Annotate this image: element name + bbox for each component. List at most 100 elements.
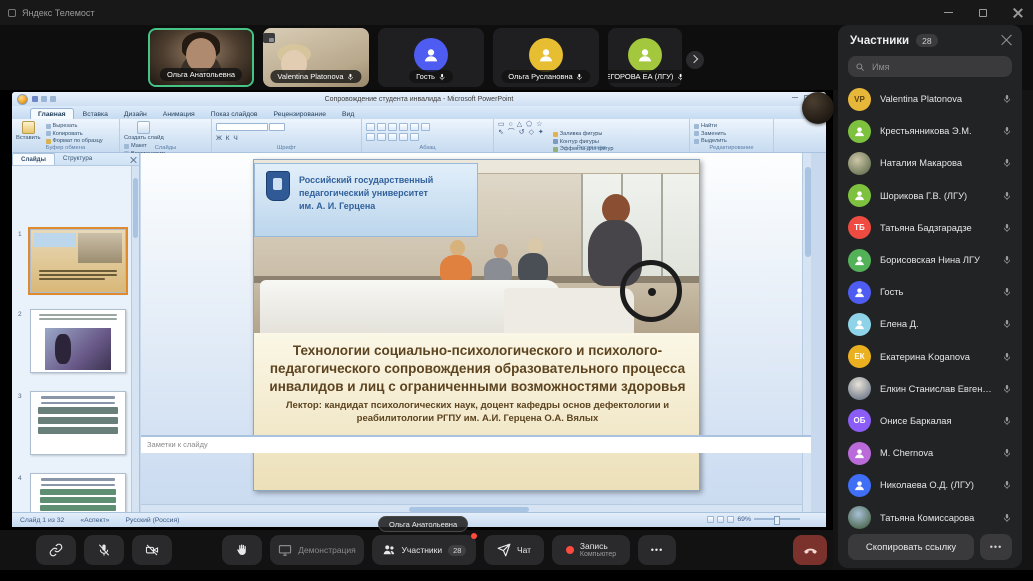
mic-icon[interactable] xyxy=(1002,352,1012,362)
hangup-button[interactable] xyxy=(793,535,827,565)
participant-row[interactable]: Борисовская Нина ЛГУ xyxy=(838,244,1022,276)
mic-icon[interactable] xyxy=(1002,255,1012,265)
tab-insert[interactable]: Вставка xyxy=(76,109,115,119)
sidebar-scrollbar[interactable] xyxy=(131,166,139,512)
paste-button[interactable]: Вставить xyxy=(16,121,41,141)
video-tile[interactable]: ЕГОРОВА ЕА (ЛГУ) xyxy=(608,28,682,87)
office-button[interactable] xyxy=(17,94,28,105)
minimize-icon[interactable] xyxy=(944,12,953,14)
mic-icon[interactable] xyxy=(1002,287,1012,297)
participant-row[interactable]: Гость xyxy=(838,276,1022,308)
ppt-minimize-icon[interactable] xyxy=(792,97,798,99)
quick-access-toolbar[interactable] xyxy=(32,96,56,102)
camera-toggle-button[interactable] xyxy=(132,535,172,565)
view-slideshow-icon[interactable] xyxy=(727,516,734,523)
new-slide-button[interactable]: Создать слайд xyxy=(124,121,164,141)
shape-fill-button[interactable]: Заливка фигуры xyxy=(553,131,614,137)
editor-hscrollbar[interactable] xyxy=(141,504,811,512)
search-box[interactable] xyxy=(848,56,1012,77)
slide-thumbnail-4[interactable] xyxy=(30,473,126,512)
tab-slides[interactable]: Слайды xyxy=(12,153,55,165)
tab-design[interactable]: Дизайн xyxy=(117,109,154,119)
mic-icon[interactable] xyxy=(1002,319,1012,329)
filmstrip-next-button[interactable] xyxy=(686,51,704,69)
notes-pane[interactable]: Заметки к слайду xyxy=(141,435,811,453)
tab-review[interactable]: Рецензирование xyxy=(267,109,333,119)
scrollbar-thumb[interactable] xyxy=(409,507,529,512)
participant-row[interactable]: Николаева О.Д. (ЛГУ) xyxy=(838,469,1022,501)
slide-thumbnail-3[interactable] xyxy=(30,391,126,455)
share-screen-button[interactable]: Демонстрация xyxy=(270,535,364,565)
mic-icon[interactable] xyxy=(1002,223,1012,233)
mic-icon[interactable] xyxy=(1002,384,1012,394)
list-buttons[interactable] xyxy=(366,123,489,131)
slide-thumbnail-1[interactable] xyxy=(30,229,126,293)
mic-icon[interactable] xyxy=(1002,416,1012,426)
copy-link-button[interactable]: Скопировать ссылку xyxy=(848,534,974,560)
copy-button[interactable]: Копировать xyxy=(46,131,103,137)
save-icon[interactable] xyxy=(32,96,38,102)
shapes-gallery[interactable]: ▭ ○ △ ⬠ ☆⇖ ⌒ ↺ ◇ ✦ xyxy=(498,121,545,136)
replace-button[interactable]: Заменить xyxy=(694,131,727,137)
participant-row[interactable]: ТБТатьяна Бадзгарадзе xyxy=(838,212,1022,244)
mic-icon[interactable] xyxy=(1002,191,1012,201)
font-size-select[interactable] xyxy=(269,123,285,131)
participants-button[interactable]: Участники28 xyxy=(372,535,476,565)
participant-row[interactable]: Наталия Макарова xyxy=(838,147,1022,179)
search-input[interactable] xyxy=(870,61,1005,73)
participant-row[interactable]: Татьяна Комиссарова xyxy=(838,501,1022,533)
redo-icon[interactable] xyxy=(50,96,56,102)
maximize-icon[interactable] xyxy=(979,9,987,17)
view-toggle-icon[interactable] xyxy=(263,33,275,43)
close-icon[interactable] xyxy=(1013,8,1023,18)
participant-row[interactable]: Шорикова Г.В. (ЛГУ) xyxy=(838,180,1022,212)
mic-icon[interactable] xyxy=(1002,448,1012,458)
participant-row[interactable]: ЕКЕкатерина Koganova xyxy=(838,341,1022,373)
mic-icon[interactable] xyxy=(1002,126,1012,136)
align-buttons[interactable] xyxy=(366,133,489,141)
panel-close-icon[interactable] xyxy=(1001,34,1012,45)
participant-row[interactable]: Елена Д. xyxy=(838,308,1022,340)
select-button[interactable]: Выделить xyxy=(694,138,727,144)
video-tile[interactable]: Гость xyxy=(378,28,484,87)
video-tile[interactable]: Ольга Руслановна xyxy=(493,28,599,87)
participant-row[interactable]: Крестьянникова Э.М. xyxy=(838,115,1022,147)
view-normal-icon[interactable] xyxy=(707,516,714,523)
panel-more-button[interactable]: ••• xyxy=(980,534,1012,560)
undo-icon[interactable] xyxy=(41,96,47,102)
scrollbar-thumb[interactable] xyxy=(133,178,138,238)
participant-row[interactable]: M. Chernova xyxy=(838,437,1022,469)
mic-toggle-button[interactable] xyxy=(84,535,124,565)
raise-hand-button[interactable] xyxy=(222,535,262,565)
mic-icon[interactable] xyxy=(1002,480,1012,490)
sidebar-close-icon[interactable] xyxy=(130,156,136,162)
editor-vscrollbar[interactable] xyxy=(802,153,811,512)
tab-home[interactable]: Главная xyxy=(30,108,74,119)
font-name-select[interactable] xyxy=(216,123,268,131)
video-tile-speaker[interactable]: Ольга Анатольевна xyxy=(148,28,254,87)
record-button[interactable]: ЗаписьКомпьютер xyxy=(552,535,630,565)
copy-link-toolbar-button[interactable] xyxy=(36,535,76,565)
zoom-slider[interactable] xyxy=(754,518,800,520)
participant-row[interactable]: ОБОнисе Баркалая xyxy=(838,405,1022,437)
slide-thumbnail-2[interactable] xyxy=(30,309,126,373)
mic-icon[interactable] xyxy=(1002,94,1012,104)
view-sorter-icon[interactable] xyxy=(717,516,724,523)
cut-button[interactable]: Вырезать xyxy=(46,123,103,129)
find-button[interactable]: Найти xyxy=(694,123,727,129)
mic-icon[interactable] xyxy=(1002,158,1012,168)
tab-animation[interactable]: Анимация xyxy=(156,109,202,119)
video-tile[interactable]: Valentina Platonova xyxy=(263,28,369,87)
tab-outline[interactable]: Структура xyxy=(55,153,100,165)
participant-row[interactable]: Елкин Станислав Евгеньевич xyxy=(838,373,1022,405)
shape-outline-button[interactable]: Контур фигуры xyxy=(553,139,614,145)
mic-icon[interactable] xyxy=(1002,513,1012,523)
scrollbar-thumb[interactable] xyxy=(805,167,811,257)
chat-button[interactable]: Чат xyxy=(484,535,544,565)
participant-row[interactable]: VPValentina Platonova xyxy=(838,83,1022,115)
tab-slideshow[interactable]: Показ слайдов xyxy=(204,109,265,119)
tab-view[interactable]: Вид xyxy=(335,109,361,119)
format-painter-button[interactable]: Формат по образцу xyxy=(46,138,103,144)
toolbar-more-button[interactable]: ••• xyxy=(638,535,676,565)
font-style-buttons[interactable]: Ж К Ч xyxy=(216,135,357,142)
